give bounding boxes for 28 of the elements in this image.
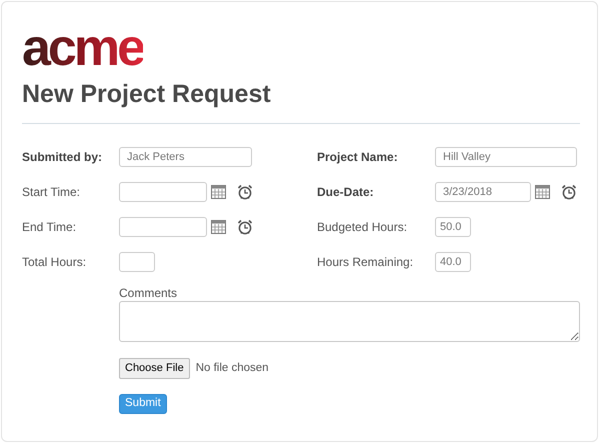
hours-field[interactable]: 40.0 xyxy=(435,252,471,272)
text-field[interactable]: Hill Valley xyxy=(435,146,577,166)
calendar-icon[interactable] xyxy=(535,184,550,198)
field-label: End Time: xyxy=(22,218,78,236)
hours-field[interactable] xyxy=(119,252,155,272)
field-label: Project Name: xyxy=(317,148,399,166)
calendar-icon[interactable] xyxy=(211,220,226,234)
alarm-clock-icon[interactable] xyxy=(237,218,253,234)
field-label: Start Time: xyxy=(22,184,82,200)
submit-button[interactable]: Submit xyxy=(119,394,167,414)
page-title: New Project Request xyxy=(22,79,272,109)
date-field[interactable]: 3/23/2018 xyxy=(435,182,531,202)
date-field[interactable] xyxy=(119,182,207,202)
alarm-clock-icon[interactable] xyxy=(237,184,253,200)
hours-field[interactable]: 50.0 xyxy=(435,216,471,236)
comments-field[interactable] xyxy=(119,301,580,342)
date-field[interactable] xyxy=(119,216,207,236)
comments-label: Comments xyxy=(119,286,178,300)
field-label: Budgeted Hours: xyxy=(317,218,408,236)
field-label: Total Hours: xyxy=(22,254,88,270)
calendar-icon[interactable] xyxy=(211,184,226,198)
field-label: Due-Date: xyxy=(317,184,375,200)
alarm-clock-icon[interactable] xyxy=(561,184,577,200)
field-label: Hours Remaining: xyxy=(317,254,414,270)
text-field[interactable]: Jack Peters xyxy=(119,146,252,166)
file-status: No file chosen xyxy=(196,360,269,376)
choose-file-button[interactable]: Choose File xyxy=(119,358,190,379)
field-label: Submitted by: xyxy=(22,148,103,166)
